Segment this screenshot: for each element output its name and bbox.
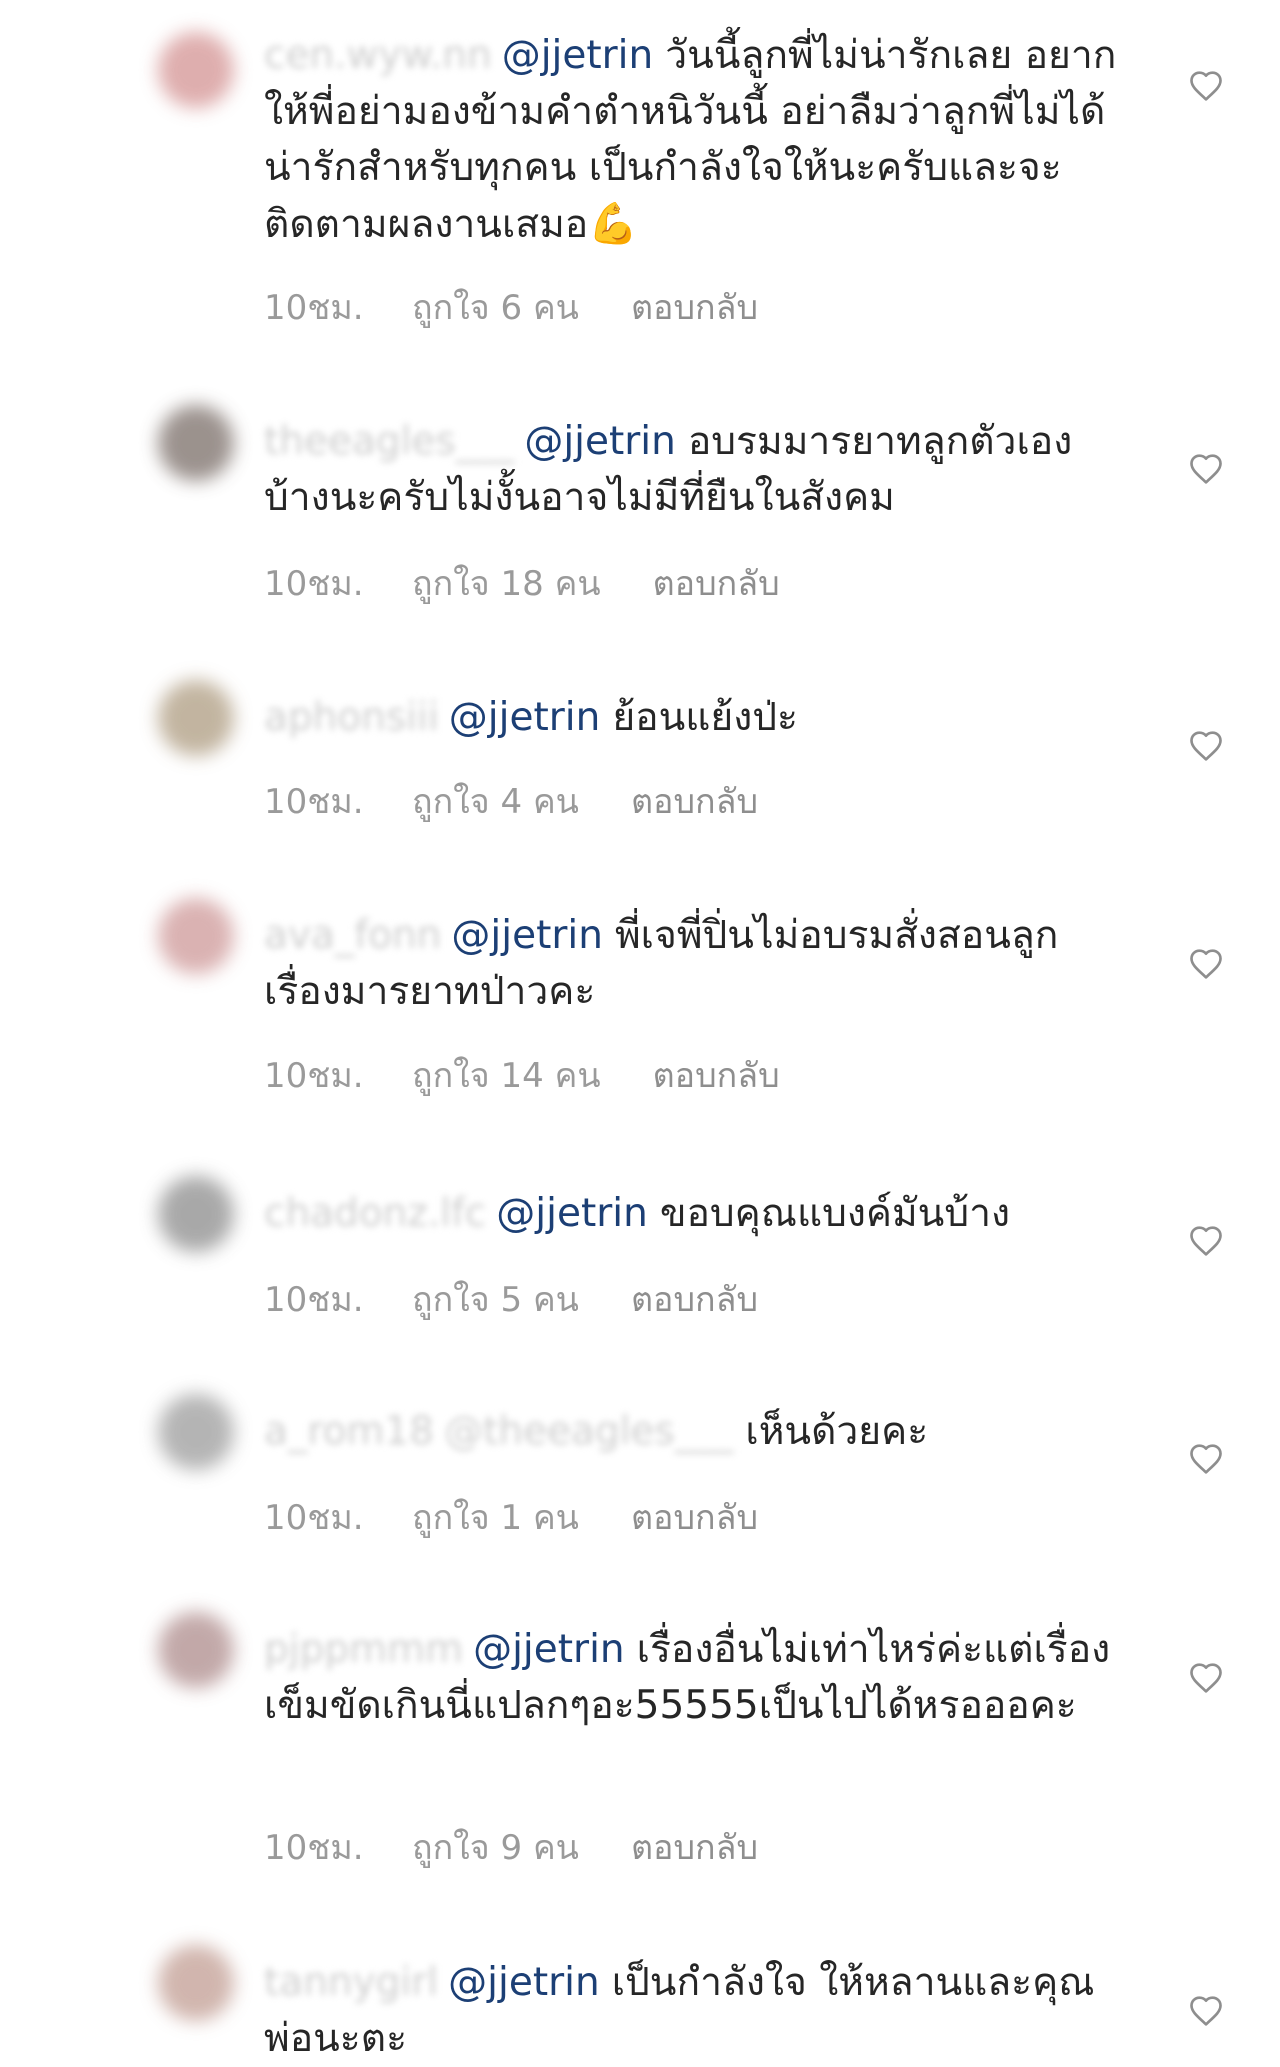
- comment-timestamp: 10ชม.: [264, 1828, 364, 1868]
- comment-body: ava_fonn @jjetrin พี่เจพี่ปิ่นไม่อบรมสั่งส…: [264, 908, 1124, 1020]
- heart-icon[interactable]: [1186, 1438, 1226, 1478]
- comment-timestamp: 10ชม.: [264, 1498, 364, 1538]
- comment-body: chadonz.lfc @jjetrin ขอบคุณแบงค์มันบ้าง: [264, 1186, 1124, 1242]
- comment-body: cen.wyw.nn @jjetrin วันนี้ลูกพี่ไม่น่ารักเ…: [264, 28, 1124, 253]
- mention-link[interactable]: @jjetrin: [524, 419, 676, 464]
- comment-text: ย้อนแย้งป่ะ: [612, 695, 798, 740]
- likes-count-link[interactable]: ถูกใจ 6 คน: [412, 280, 579, 334]
- comment-username[interactable]: pjppmmm: [264, 1627, 463, 1672]
- comment-timestamp: 10ชม.: [264, 782, 364, 822]
- heart-icon[interactable]: [1186, 1220, 1226, 1260]
- comment-username[interactable]: a_rom18: [264, 1409, 434, 1454]
- heart-icon[interactable]: [1186, 943, 1226, 983]
- comment-username[interactable]: ava_fonn: [264, 913, 441, 958]
- flexed-biceps-emoji: 💪: [588, 201, 639, 247]
- comment-meta: 10ชม. ถูกใจ 14 คน ตอบกลับ: [264, 1048, 780, 1102]
- comment-text: เห็นด้วยคะ: [745, 1409, 929, 1454]
- comment-timestamp: 10ชม.: [264, 1280, 364, 1320]
- comment-meta: 10ชม. ถูกใจ 4 คน ตอบกลับ: [264, 774, 758, 828]
- mention-link[interactable]: @jjetrin: [448, 1960, 600, 2005]
- likes-count-link[interactable]: ถูกใจ 9 คน: [412, 1820, 579, 1874]
- reply-button[interactable]: ตอบกลับ: [631, 1272, 758, 1326]
- reply-button[interactable]: ตอบกลับ: [653, 1048, 780, 1102]
- comment-timestamp: 10ชม.: [264, 288, 364, 328]
- likes-count-link[interactable]: ถูกใจ 5 คน: [412, 1272, 579, 1326]
- heart-icon[interactable]: [1186, 1657, 1226, 1697]
- comment-body: aphonsiii @jjetrin ย้อนแย้งป่ะ: [264, 690, 1124, 746]
- likes-count-link[interactable]: ถูกใจ 4 คน: [412, 774, 579, 828]
- mention-link[interactable]: @jjetrin: [451, 913, 603, 958]
- comment-meta: 10ชม. ถูกใจ 9 คน ตอบกลับ: [264, 1820, 758, 1874]
- avatar[interactable]: [158, 1612, 234, 1688]
- reply-button[interactable]: ตอบกลับ: [631, 1490, 758, 1544]
- comment-username[interactable]: theeagles___: [264, 419, 514, 464]
- likes-count-link[interactable]: ถูกใจ 1 คน: [412, 1490, 579, 1544]
- heart-icon[interactable]: [1186, 1990, 1226, 2030]
- comment-body: a_rom18 @theeagles___ เห็นด้วยคะ: [264, 1404, 1124, 1460]
- comment-timestamp: 10ชม.: [264, 564, 364, 604]
- heart-icon[interactable]: [1186, 448, 1226, 488]
- comment-meta: 10ชม. ถูกใจ 1 คน ตอบกลับ: [264, 1490, 758, 1544]
- reply-button[interactable]: ตอบกลับ: [631, 774, 758, 828]
- avatar[interactable]: [158, 405, 234, 481]
- comment-body: theeagles___ @jjetrin อบรมมารยาทลูกตัวเองบ…: [264, 414, 1124, 526]
- comment-meta: 10ชม. ถูกใจ 6 คน ตอบกลับ: [264, 280, 758, 334]
- avatar[interactable]: [158, 1176, 234, 1252]
- comment-username[interactable]: aphonsiii: [264, 695, 439, 740]
- avatar[interactable]: [158, 1945, 234, 2021]
- avatar[interactable]: [158, 898, 234, 974]
- comment-meta: 10ชม. ถูกใจ 5 คน ตอบกลับ: [264, 1272, 758, 1326]
- mention-link[interactable]: @jjetrin: [496, 1191, 648, 1236]
- mention-link[interactable]: @jjetrin: [473, 1627, 625, 1672]
- heart-icon[interactable]: [1186, 725, 1226, 765]
- avatar[interactable]: [158, 680, 234, 756]
- mention-link[interactable]: @theeagles___: [444, 1409, 733, 1454]
- reply-button[interactable]: ตอบกลับ: [631, 1820, 758, 1874]
- reply-button[interactable]: ตอบกลับ: [631, 280, 758, 334]
- avatar[interactable]: [158, 1394, 234, 1470]
- heart-icon[interactable]: [1186, 65, 1226, 105]
- comment-timestamp: 10ชม.: [264, 1056, 364, 1096]
- avatar[interactable]: [158, 32, 234, 108]
- likes-count-link[interactable]: ถูกใจ 18 คน: [412, 556, 601, 610]
- comment-username[interactable]: chadonz.lfc: [264, 1191, 486, 1236]
- likes-count-link[interactable]: ถูกใจ 14 คน: [412, 1048, 601, 1102]
- comment-text: ขอบคุณแบงค์มันบ้าง: [659, 1191, 1011, 1236]
- mention-link[interactable]: @jjetrin: [449, 695, 601, 740]
- comment-username[interactable]: tannygirl: [264, 1960, 438, 2005]
- reply-button[interactable]: ตอบกลับ: [653, 556, 780, 610]
- comment-body: pjppmmm @jjetrin เรื่องอื่นไม่เท่าไหร่ค่ะแ…: [264, 1622, 1124, 1734]
- comment-username[interactable]: cen.wyw.nn: [264, 33, 492, 78]
- mention-link[interactable]: @jjetrin: [502, 33, 654, 78]
- comment-body: tannygirl @jjetrin เป็นกำลังใจ ให้หลานและค…: [264, 1955, 1124, 2067]
- comment-meta: 10ชม. ถูกใจ 18 คน ตอบกลับ: [264, 556, 780, 610]
